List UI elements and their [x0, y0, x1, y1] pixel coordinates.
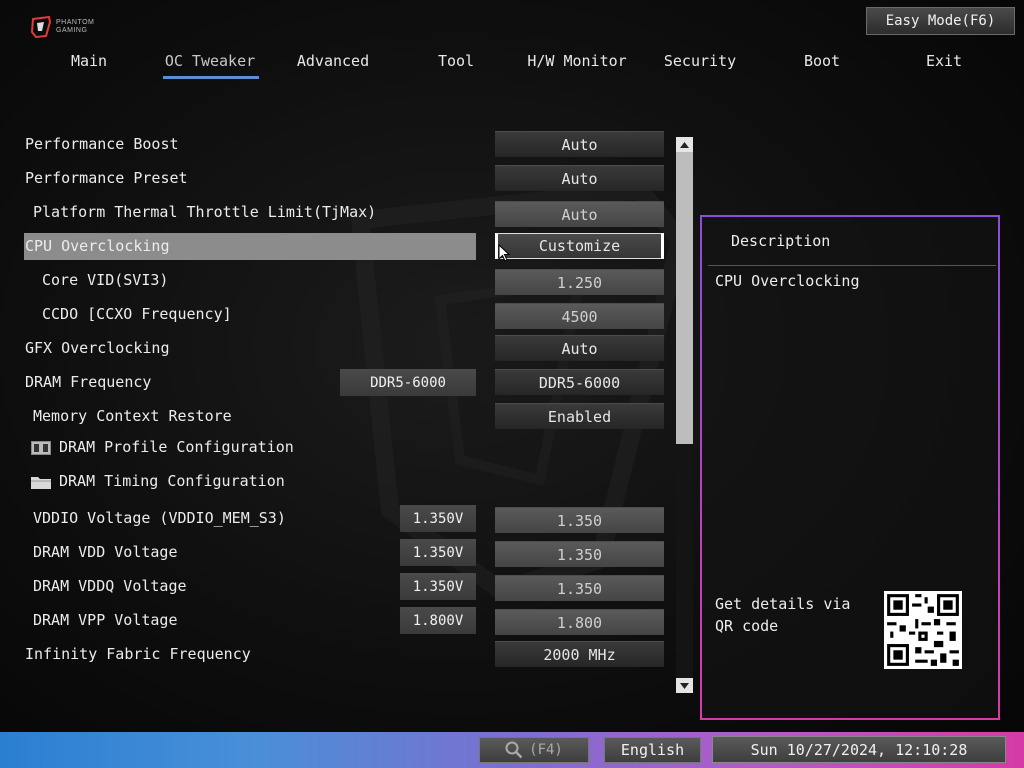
setting-dram-vddq-voltage-label[interactable]: DRAM VDDQ Voltage: [33, 575, 187, 597]
setting-ccd0-frequency-value[interactable]: 4500: [495, 303, 664, 329]
submenu-dram-timing-configuration[interactable]: DRAM Timing Configuration: [59, 470, 285, 492]
scroll-up-arrow[interactable]: [676, 137, 693, 152]
scrollbar-track[interactable]: [676, 444, 693, 678]
setting-infinity-fabric-frequency-label[interactable]: Infinity Fabric Frequency: [25, 643, 251, 665]
submenu-dram-profile-configuration[interactable]: DRAM Profile Configuration: [59, 436, 294, 458]
setting-dram-frequency-label[interactable]: DRAM Frequency: [25, 371, 151, 393]
description-divider: [708, 265, 996, 266]
active-tab-underline: [163, 76, 259, 79]
easy-mode-button[interactable]: Easy Mode(F6): [866, 7, 1015, 35]
description-panel: Description CPU Overclocking Get details…: [700, 215, 1000, 720]
mouse-cursor-icon: [498, 244, 510, 262]
setting-gfx-overclocking-value[interactable]: Auto: [495, 335, 664, 361]
setting-core-vid-value[interactable]: 1.250: [495, 269, 664, 295]
qr-code: [884, 591, 962, 669]
setting-dram-vpp-voltage-value[interactable]: 1.800: [495, 609, 664, 635]
tab-hw-monitor[interactable]: H/W Monitor: [527, 52, 626, 72]
search-icon: [505, 741, 523, 759]
tab-oc-tweaker[interactable]: OC Tweaker: [165, 52, 255, 72]
setting-dram-frequency-value[interactable]: DDR5-6000: [495, 369, 664, 395]
dram-frequency-current-badge: DDR5-6000: [340, 369, 476, 396]
scrollbar-thumb[interactable]: [676, 152, 693, 444]
tab-security[interactable]: Security: [664, 52, 736, 72]
setting-vddio-voltage-value[interactable]: 1.350: [495, 507, 664, 533]
setting-gfx-overclocking-label[interactable]: GFX Overclocking: [25, 337, 170, 359]
setting-cpu-overclocking-label[interactable]: CPU Overclocking: [25, 235, 170, 257]
tab-tool[interactable]: Tool: [438, 52, 474, 72]
setting-core-vid-label[interactable]: Core VID(SVI3): [42, 269, 168, 291]
logo-text-line1: PHANTOM: [56, 19, 95, 26]
memory-module-icon: [31, 441, 51, 455]
setting-memory-context-restore-label[interactable]: Memory Context Restore: [33, 405, 232, 427]
phantom-gaming-logo-icon: [30, 16, 52, 38]
description-text: CPU Overclocking: [715, 272, 860, 290]
setting-cpu-overclocking-value[interactable]: Customize: [495, 233, 664, 259]
dram-vddq-current-badge: 1.350V: [400, 573, 476, 600]
tab-main[interactable]: Main: [71, 52, 107, 72]
description-title: Description: [731, 232, 831, 250]
qr-code-caption: Get details via QR code: [715, 595, 851, 635]
tab-boot[interactable]: Boot: [804, 52, 840, 72]
logo-text-line2: GAMING: [56, 27, 88, 34]
datetime-display: Sun 10/27/2024, 12:10:28: [712, 736, 1006, 763]
tab-exit[interactable]: Exit: [926, 52, 962, 72]
chevron-up-icon: [680, 141, 689, 148]
language-button[interactable]: English: [604, 737, 701, 763]
setting-performance-preset-value[interactable]: Auto: [495, 165, 664, 191]
setting-dram-vpp-voltage-label[interactable]: DRAM VPP Voltage: [33, 609, 178, 631]
setting-thermal-throttle-value[interactable]: Auto: [495, 201, 664, 227]
setting-infinity-fabric-frequency-value[interactable]: 2000 MHz: [495, 641, 664, 667]
chevron-down-icon: [680, 682, 689, 689]
setting-vddio-voltage-label[interactable]: VDDIO Voltage (VDDIO_MEM_S3): [33, 507, 286, 529]
folder-icon: [31, 477, 51, 489]
dram-vdd-current-badge: 1.350V: [400, 539, 476, 566]
search-hint: (F4): [529, 742, 563, 758]
tab-advanced[interactable]: Advanced: [297, 52, 369, 72]
search-button[interactable]: (F4): [479, 737, 589, 763]
setting-thermal-throttle-label[interactable]: Platform Thermal Throttle Limit(TjMax): [33, 201, 376, 223]
setting-dram-vddq-voltage-value[interactable]: 1.350: [495, 575, 664, 601]
setting-dram-vdd-voltage-label[interactable]: DRAM VDD Voltage: [33, 541, 178, 563]
setting-performance-boost-label[interactable]: Performance Boost: [25, 133, 179, 155]
dram-vpp-current-badge: 1.800V: [400, 607, 476, 634]
setting-ccd0-frequency-label[interactable]: CCDO [CCXO Frequency]: [42, 303, 232, 325]
setting-memory-context-restore-value[interactable]: Enabled: [495, 403, 664, 429]
scroll-down-arrow[interactable]: [676, 678, 693, 693]
setting-dram-vdd-voltage-value[interactable]: 1.350: [495, 541, 664, 567]
phantom-gaming-logo: PHANTOM GAMING: [30, 16, 94, 38]
setting-performance-boost-value[interactable]: Auto: [495, 131, 664, 157]
setting-performance-preset-label[interactable]: Performance Preset: [25, 167, 188, 189]
vddio-voltage-current-badge: 1.350V: [400, 505, 476, 532]
